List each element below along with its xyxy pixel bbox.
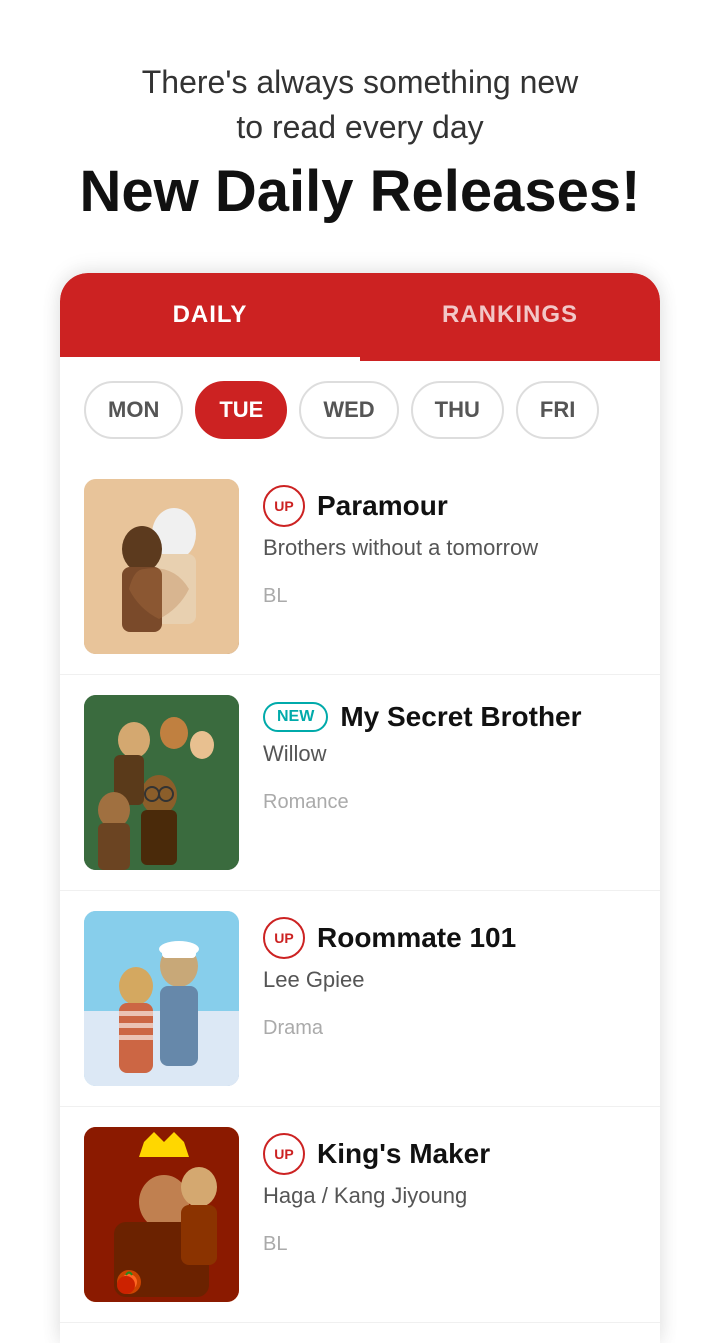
comic-title-kings-maker: King's Maker: [317, 1138, 490, 1170]
comic-author-my-secret-brother: Willow: [263, 741, 636, 767]
comic-title-roommate-101: Roommate 101: [317, 922, 516, 954]
comic-author-kings-maker: Haga / Kang Jiyoung: [263, 1183, 636, 1209]
comic-info-roommate-101: UP Roommate 101 Lee Gpiee Drama: [263, 911, 636, 1040]
comic-thumbnail-paramour: [84, 479, 239, 654]
comic-info-my-secret-brother: NEW My Secret Brother Willow Romance: [263, 695, 636, 814]
badge-up-paramour: UP: [263, 485, 305, 527]
hero-section: There's always something newto read ever…: [0, 0, 720, 253]
badge-up-kings-maker: UP: [263, 1133, 305, 1175]
comic-genre-my-secret-brother: Romance: [263, 791, 636, 814]
comic-thumbnail-kings-maker: [84, 1127, 239, 1302]
main-card: DAILY RANKINGS MON TUE WED THU FRI: [60, 273, 660, 1343]
comic-genre-paramour: BL: [263, 585, 636, 608]
comic-author-roommate-101: Lee Gpiee: [263, 967, 636, 993]
comic-genre-roommate-101: Drama: [263, 1017, 636, 1040]
comic-item-paramour[interactable]: UP Paramour Brothers without a tomorrow …: [60, 459, 660, 675]
days-row: MON TUE WED THU FRI: [60, 361, 660, 459]
day-fri[interactable]: FRI: [516, 381, 599, 439]
hero-title: New Daily Releases!: [40, 160, 680, 224]
tab-daily[interactable]: DAILY: [60, 273, 360, 361]
comic-item-kings-maker[interactable]: UP King's Maker Haga / Kang Jiyoung BL: [60, 1107, 660, 1323]
badge-new-my-secret-brother: NEW: [263, 702, 328, 732]
comic-thumbnail-roommate-101: [84, 911, 239, 1086]
day-tue[interactable]: TUE: [195, 381, 287, 439]
hero-subtitle: There's always something newto read ever…: [40, 60, 680, 150]
comic-title-my-secret-brother: My Secret Brother: [340, 701, 581, 733]
badge-up-roommate-101: UP: [263, 917, 305, 959]
comic-item-roommate-101[interactable]: UP Roommate 101 Lee Gpiee Drama: [60, 891, 660, 1107]
day-wed[interactable]: WED: [299, 381, 398, 439]
comic-author-paramour: Brothers without a tomorrow: [263, 535, 636, 561]
comic-info-kings-maker: UP King's Maker Haga / Kang Jiyoung BL: [263, 1127, 636, 1256]
day-thu[interactable]: THU: [411, 381, 504, 439]
tabs-header: DAILY RANKINGS: [60, 273, 660, 361]
comic-info-paramour: UP Paramour Brothers without a tomorrow …: [263, 479, 636, 608]
tab-rankings[interactable]: RANKINGS: [360, 273, 660, 361]
comic-title-paramour: Paramour: [317, 490, 448, 522]
comic-item-my-secret-brother[interactable]: NEW My Secret Brother Willow Romance: [60, 675, 660, 891]
comic-genre-kings-maker: BL: [263, 1233, 636, 1256]
comic-thumbnail-my-secret-brother: [84, 695, 239, 870]
day-mon[interactable]: MON: [84, 381, 183, 439]
comics-list: UP Paramour Brothers without a tomorrow …: [60, 459, 660, 1343]
